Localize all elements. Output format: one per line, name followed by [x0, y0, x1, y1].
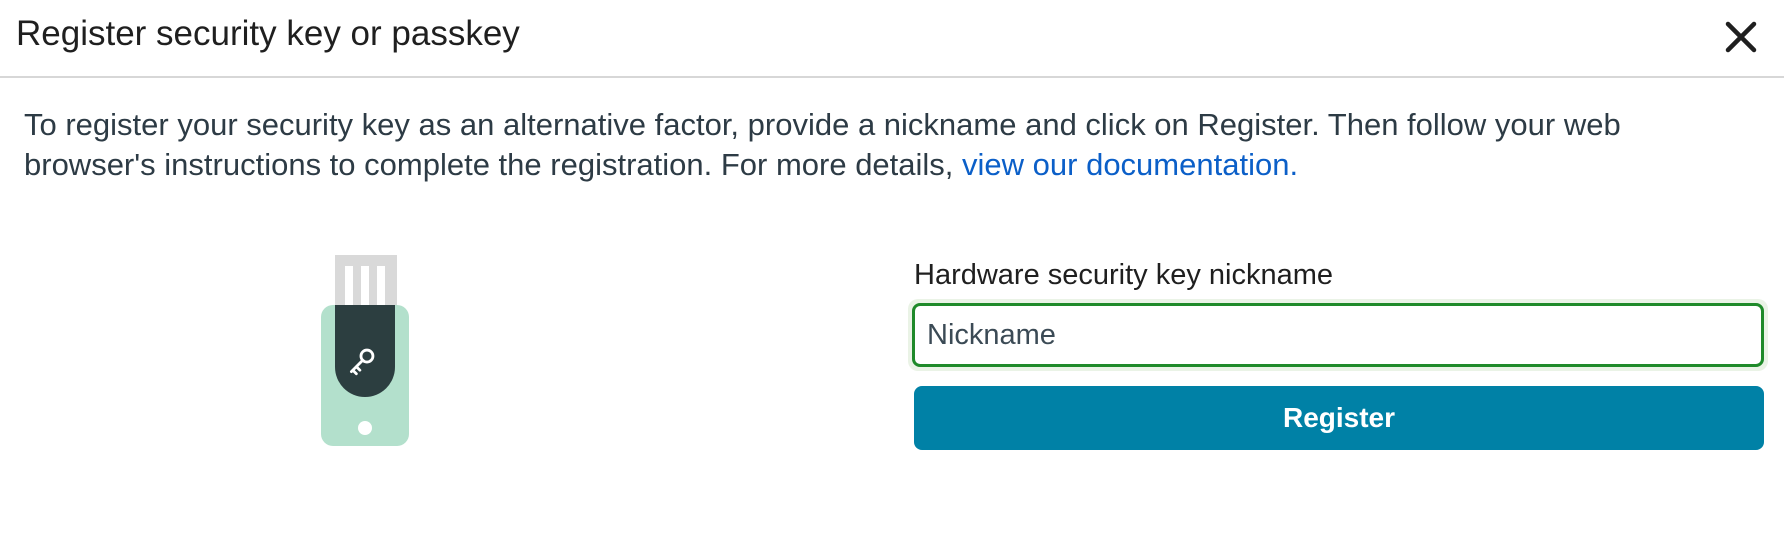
register-button[interactable]: Register [914, 386, 1764, 450]
close-icon [1725, 21, 1757, 53]
usb-security-key-icon [321, 255, 409, 446]
nickname-input[interactable] [912, 303, 1764, 367]
dialog-header: Register security key or passkey [0, 0, 1784, 78]
nickname-label: Hardware security key nickname [914, 259, 1334, 291]
usb-indicator-dot [358, 421, 372, 435]
close-button[interactable] [1718, 14, 1764, 60]
intro-text: To register your security key as an alte… [24, 105, 1744, 185]
nickname-input-focus-ring [908, 299, 1768, 371]
dialog-title: Register security key or passkey [16, 14, 520, 53]
intro-body: To register your security key as an alte… [24, 107, 1621, 182]
documentation-link[interactable]: view our documentation. [962, 147, 1298, 182]
